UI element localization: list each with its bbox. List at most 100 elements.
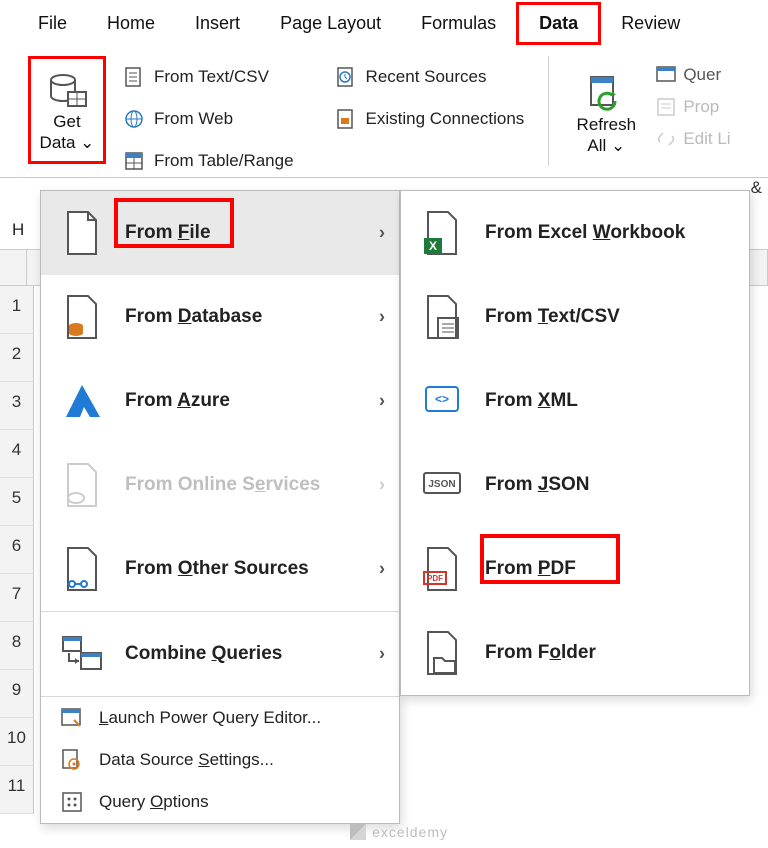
row-6[interactable]: 6 (0, 526, 34, 574)
menu-data-source-settings[interactable]: Data Source Settings... (41, 739, 399, 781)
get-data-menu: From File › From Database › From Azure ›… (40, 190, 400, 824)
row-headers: 1 2 3 4 5 6 7 8 9 10 11 (0, 286, 34, 814)
menu-from-azure[interactable]: From Azure › (41, 359, 399, 443)
chevron-right-icon: › (379, 307, 385, 328)
menu-from-online-services: From Online Services › (41, 443, 399, 527)
combine-icon (59, 628, 105, 680)
submenu-from-pdf[interactable]: PDF From PDF (401, 527, 749, 611)
submenu-from-workbook[interactable]: X From Excel Workbook (401, 191, 749, 275)
tab-insert[interactable]: Insert (175, 5, 260, 42)
menu-from-file-label: From File (125, 222, 211, 244)
menu-combine-label: Combine Queries (125, 643, 282, 665)
file-icon (59, 207, 105, 259)
watermark-text: exceldemy (372, 824, 448, 840)
menu-launch-pq-label: Launch Power Query Editor... (99, 708, 321, 728)
edit-links-icon (655, 128, 677, 150)
tab-home[interactable]: Home (87, 5, 175, 42)
get-data-icon (46, 70, 88, 112)
properties-icon (655, 96, 677, 118)
get-data-button[interactable]: Get Data ⌄ (28, 56, 106, 164)
row-2[interactable]: 2 (0, 334, 34, 382)
submenu-from-text-csv[interactable]: From Text/CSV (401, 275, 749, 359)
menu-from-azure-label: From Azure (125, 390, 230, 412)
menu-launch-pq-editor[interactable]: Launch Power Query Editor... (41, 697, 399, 739)
queries-icon (655, 64, 677, 86)
submenu-from-json-label: From JSON (485, 474, 590, 496)
properties-label: Prop (683, 97, 719, 117)
submenu-from-folder[interactable]: From Folder (401, 611, 749, 695)
folder-icon (419, 627, 465, 679)
refresh-all-button[interactable]: Refresh All ⌄ (569, 56, 643, 164)
row-9[interactable]: 9 (0, 670, 34, 718)
ds-settings-icon (59, 747, 85, 773)
chevron-right-icon: › (379, 475, 385, 496)
menu-ds-settings-label: Data Source Settings... (99, 750, 274, 770)
watermark-icon (350, 824, 366, 840)
existing-connections-label: Existing Connections (366, 109, 525, 129)
svg-text:PDF: PDF (427, 574, 443, 583)
recent-sources-button[interactable]: Recent Sources (330, 62, 529, 92)
menu-from-other-label: From Other Sources (125, 558, 309, 580)
edit-links-button: Edit Li (655, 128, 730, 150)
submenu-from-json[interactable]: JSON From JSON (401, 443, 749, 527)
menu-from-database[interactable]: From Database › (41, 275, 399, 359)
from-table-range-label: From Table/Range (154, 151, 294, 171)
web-icon (122, 107, 146, 131)
row-1[interactable]: 1 (0, 286, 34, 334)
row-3[interactable]: 3 (0, 382, 34, 430)
submenu-from-text-csv-label: From Text/CSV (485, 306, 620, 328)
pq-editor-icon (59, 705, 85, 731)
row-5[interactable]: 5 (0, 478, 34, 526)
menu-query-options[interactable]: Query Options (41, 781, 399, 823)
from-table-range-button[interactable]: From Table/Range (118, 146, 298, 176)
edit-links-label: Edit Li (683, 129, 730, 149)
row-11[interactable]: 11 (0, 766, 34, 814)
submenu-from-workbook-label: From Excel Workbook (485, 222, 685, 244)
svg-text:X: X (429, 239, 437, 253)
from-text-csv-label: From Text/CSV (154, 67, 269, 87)
queries-label: Quer (683, 65, 721, 85)
recent-sources-label: Recent Sources (366, 67, 487, 87)
q-options-icon (59, 789, 85, 815)
existing-connections-button[interactable]: Existing Connections (330, 104, 529, 134)
menu-from-online-label: From Online Services (125, 474, 320, 496)
submenu-from-pdf-label: From PDF (485, 558, 576, 580)
row-4[interactable]: 4 (0, 430, 34, 478)
azure-icon (59, 375, 105, 427)
ribbon-separator (548, 56, 549, 166)
queries-connections-button[interactable]: Quer (655, 64, 730, 86)
svg-text:<>: <> (435, 392, 449, 406)
row-10[interactable]: 10 (0, 718, 34, 766)
from-web-button[interactable]: From Web (118, 104, 298, 134)
tab-review[interactable]: Review (601, 5, 700, 42)
tab-data[interactable]: Data (516, 2, 601, 45)
text-csv-file-icon (419, 291, 465, 343)
table-range-icon (122, 149, 146, 173)
chevron-right-icon: › (379, 223, 385, 244)
database-icon (59, 291, 105, 343)
menu-from-file[interactable]: From File › (41, 191, 399, 275)
row-8[interactable]: 8 (0, 622, 34, 670)
submenu-from-xml-label: From XML (485, 390, 578, 412)
text-csv-icon (122, 65, 146, 89)
menu-combine-queries[interactable]: Combine Queries › (41, 612, 399, 696)
submenu-from-xml[interactable]: <> From XML (401, 359, 749, 443)
ribbon-more-label: & (751, 178, 762, 198)
tab-formulas[interactable]: Formulas (401, 5, 516, 42)
refresh-icon (585, 73, 627, 115)
get-data-label: Get Data ⌄ (40, 112, 95, 153)
row-7[interactable]: 7 (0, 574, 34, 622)
properties-button: Prop (655, 96, 730, 118)
tab-file[interactable]: File (18, 5, 87, 42)
menu-from-other-sources[interactable]: From Other Sources › (41, 527, 399, 611)
xml-icon: <> (419, 375, 465, 427)
menu-q-options-label: Query Options (99, 792, 209, 812)
other-sources-icon (59, 543, 105, 595)
menu-from-database-label: From Database (125, 306, 262, 328)
ribbon-data: Get Data ⌄ From Text/CSV From Web From T… (0, 46, 768, 178)
excel-workbook-icon: X (419, 207, 465, 259)
from-text-csv-button[interactable]: From Text/CSV (118, 62, 298, 92)
submenu-from-folder-label: From Folder (485, 642, 596, 664)
tab-page-layout[interactable]: Page Layout (260, 5, 401, 42)
pdf-icon: PDF (419, 543, 465, 595)
